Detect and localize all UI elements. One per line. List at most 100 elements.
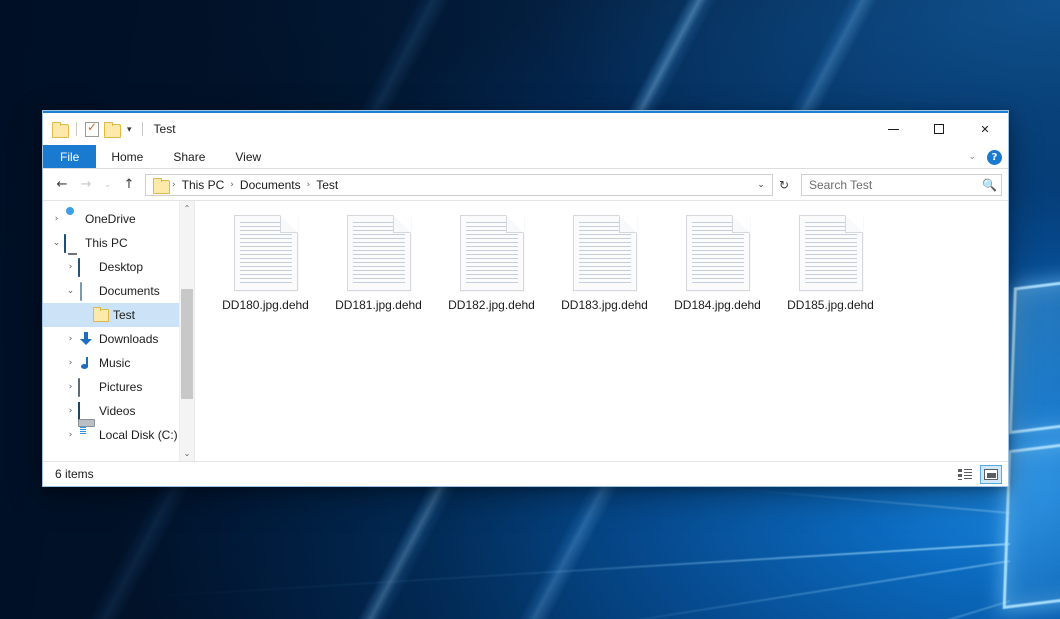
sidebar-item-music[interactable]: › Music (43, 351, 194, 375)
list-item[interactable]: DD183.jpg.dehd (548, 209, 661, 329)
recent-locations-icon[interactable]: ⌄ (99, 174, 116, 196)
sidebar-item-label: Pictures (99, 380, 142, 394)
breadcrumb-item-this-pc[interactable]: This PC (177, 176, 230, 194)
minimize-icon (888, 129, 899, 130)
sidebar-item-label: Documents (99, 284, 160, 298)
breadcrumb-item-test[interactable]: Test (311, 176, 343, 194)
sidebar-item-desktop[interactable]: › Desktop (43, 255, 194, 279)
downloads-icon (78, 331, 94, 347)
expand-ribbon-icon[interactable]: ⌄ (965, 152, 979, 162)
sidebar-item-label: Desktop (99, 260, 143, 274)
chevron-right-icon[interactable]: › (63, 334, 78, 344)
title-bar: ▾ Test ✕ (43, 113, 1008, 145)
search-icon[interactable]: 🔍 (982, 178, 997, 192)
maximize-button[interactable] (916, 113, 962, 145)
logo-quad-bottom-left (1003, 433, 1060, 609)
back-button[interactable]: ← (51, 174, 73, 196)
documents-icon (78, 283, 94, 299)
tab-view[interactable]: View (220, 145, 276, 168)
details-view-button[interactable] (954, 465, 976, 484)
generic-document-icon (460, 215, 524, 291)
qat-divider-1 (76, 122, 77, 136)
chevron-right-icon[interactable]: › (49, 214, 64, 224)
new-folder-icon[interactable] (104, 122, 120, 136)
refresh-icon[interactable]: ↻ (775, 175, 793, 195)
properties-icon[interactable] (85, 122, 99, 137)
view-mode-buttons (954, 465, 1002, 484)
list-item[interactable]: DD184.jpg.dehd (661, 209, 774, 329)
pictures-icon (78, 379, 94, 395)
up-button[interactable]: ↑ (118, 174, 140, 196)
minimize-button[interactable] (870, 113, 916, 145)
breadcrumb-item-documents[interactable]: Documents (235, 176, 306, 194)
logo-quad-top-left (1009, 270, 1060, 434)
sidebar-item-local-disk-c[interactable]: › Local Disk (C:) (43, 423, 194, 447)
music-icon (78, 355, 94, 371)
folder-icon (153, 178, 169, 192)
onedrive-icon (64, 211, 80, 227)
sidebar-item-pictures[interactable]: › Pictures (43, 375, 194, 399)
file-name-label: DD182.jpg.dehd (448, 298, 535, 313)
chevron-right-icon[interactable]: › (63, 430, 78, 440)
chevron-down-icon[interactable]: ⌄ (49, 238, 64, 248)
breadcrumb: › This PC › Documents › Test (150, 176, 752, 194)
window-title: Test (154, 122, 176, 136)
status-bar: 6 items (43, 461, 1008, 486)
quick-access-toolbar: ▾ (52, 122, 146, 137)
disk-icon (78, 427, 94, 443)
search-input[interactable]: Search Test (809, 178, 982, 192)
ribbon-tab-strip: File Home Share View ⌄ ? (43, 145, 1008, 169)
forward-button: → (75, 174, 97, 196)
videos-icon (78, 403, 94, 419)
folder-icon[interactable] (52, 122, 68, 136)
chevron-down-icon[interactable]: ⌄ (63, 286, 78, 296)
maximize-icon (934, 124, 944, 134)
generic-document-icon (686, 215, 750, 291)
generic-document-icon (799, 215, 863, 291)
chevron-down-icon[interactable]: ⌄ (752, 175, 770, 195)
sidebar-item-label: Local Disk (C:) (99, 428, 178, 442)
address-bar[interactable]: › This PC › Documents › Test ⌄ (145, 174, 773, 196)
large-icons-view-icon (984, 469, 998, 480)
list-item[interactable]: DD185.jpg.dehd (774, 209, 887, 329)
scroll-up-icon[interactable]: ⌃ (180, 201, 194, 216)
sidebar-item-videos[interactable]: › Videos (43, 399, 194, 423)
scroll-down-icon[interactable]: ⌄ (180, 446, 194, 461)
search-box[interactable]: Search Test 🔍 (801, 174, 1002, 196)
chevron-right-icon[interactable]: › (63, 262, 78, 272)
chevron-right-icon[interactable]: › (63, 358, 78, 368)
item-count-label: 6 items (55, 467, 94, 481)
scrollbar-thumb[interactable] (181, 289, 193, 399)
sidebar-item-test[interactable]: › Test (43, 303, 194, 327)
this-pc-icon (64, 235, 80, 251)
sidebar-item-label: This PC (85, 236, 128, 250)
folder-icon (92, 307, 108, 323)
large-icons-view-button[interactable] (980, 465, 1002, 484)
list-item[interactable]: DD182.jpg.dehd (435, 209, 548, 329)
sidebar-scrollbar[interactable]: ⌃ ⌄ (179, 201, 194, 461)
tab-home[interactable]: Home (96, 145, 158, 168)
help-button[interactable]: ? (987, 150, 1002, 165)
file-name-label: DD181.jpg.dehd (335, 298, 422, 313)
details-view-icon (958, 469, 972, 480)
list-item[interactable]: DD181.jpg.dehd (322, 209, 435, 329)
desktop-icon (78, 259, 94, 275)
list-item[interactable]: DD180.jpg.dehd (209, 209, 322, 329)
chevron-right-icon[interactable]: › (63, 406, 78, 416)
desktop: ▾ Test ✕ File Home Share View ⌄ ? (0, 0, 1060, 619)
sidebar-item-label: Downloads (99, 332, 158, 346)
tab-share[interactable]: Share (158, 145, 220, 168)
chevron-right-icon[interactable]: › (63, 382, 78, 392)
navigation-pane: › OneDrive ⌄ This PC › Desktop ⌄ (43, 201, 195, 461)
navigation-bar: ← → ⌄ ↑ › This PC › Documents › Test ⌄ ↻… (43, 169, 1008, 200)
file-name-label: DD183.jpg.dehd (561, 298, 648, 313)
sidebar-item-onedrive[interactable]: › OneDrive (43, 207, 194, 231)
chevron-down-icon[interactable]: ▾ (125, 125, 134, 134)
sidebar-item-downloads[interactable]: › Downloads (43, 327, 194, 351)
window-body: › OneDrive ⌄ This PC › Desktop ⌄ (43, 200, 1008, 461)
tab-file[interactable]: File (43, 145, 96, 168)
sidebar-item-documents[interactable]: ⌄ Documents (43, 279, 194, 303)
sidebar-item-this-pc[interactable]: ⌄ This PC (43, 231, 194, 255)
close-button[interactable]: ✕ (962, 113, 1008, 145)
file-list-view[interactable]: DD180.jpg.dehd DD181.jpg.dehd DD182.jpg.… (195, 201, 1008, 461)
